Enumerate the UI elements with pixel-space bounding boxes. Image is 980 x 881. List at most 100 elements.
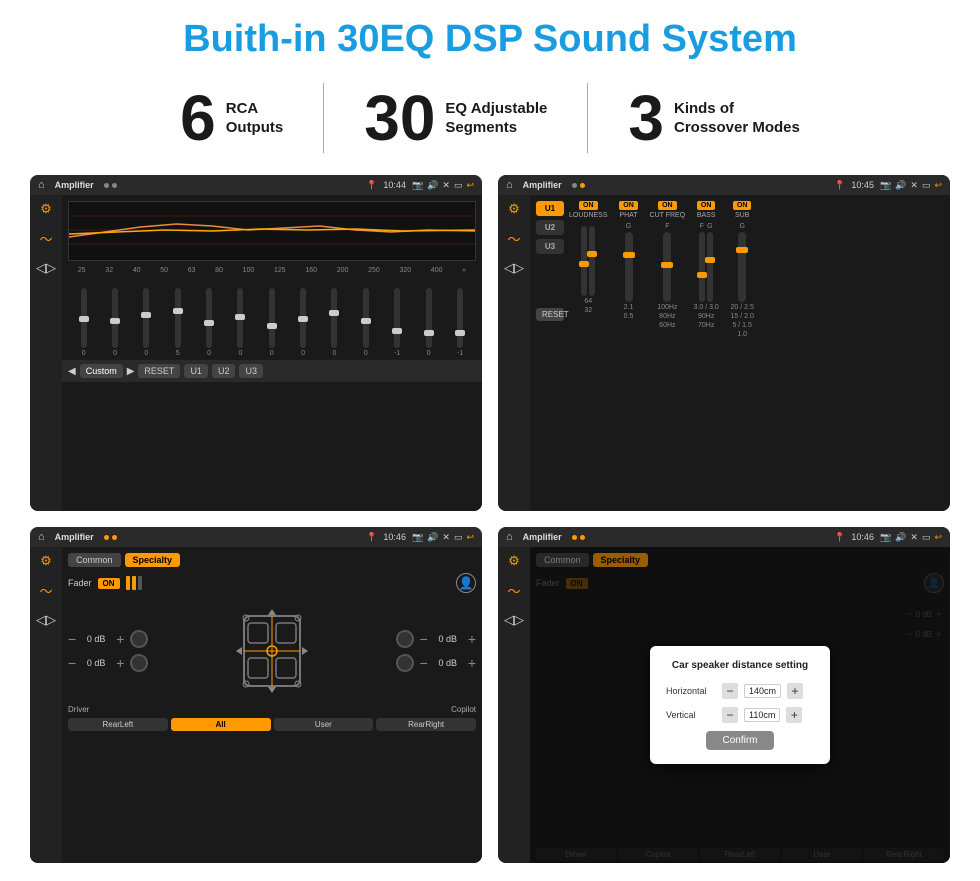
slider-3: 5	[175, 288, 181, 357]
bass-toggle[interactable]: ON	[697, 201, 716, 210]
status-bar-3: ⌂ Amplifier 📍 10:46 📷 🔊 ✕ ▭ ↩	[30, 527, 482, 547]
fader-bottom-labels: Driver Copilot	[68, 705, 476, 714]
battery-icon-3: ▭	[454, 532, 463, 543]
status-icons-1: 📷 🔊 ✕ ▭ ↩	[412, 180, 474, 191]
time-4: 10:46	[851, 532, 874, 542]
stat-number-30: 30	[364, 86, 435, 150]
u1-btn-1[interactable]: U1	[184, 364, 208, 378]
driver-label: Driver	[68, 705, 89, 714]
slider-5: 0	[237, 288, 243, 357]
vertical-plus[interactable]: +	[786, 707, 802, 723]
speaker-icon-2[interactable]: ◁▷	[504, 260, 524, 276]
home-icon-1[interactable]: ⌂	[38, 179, 45, 191]
plus-1[interactable]: +	[116, 631, 124, 647]
wave-icon-1[interactable]: 〜	[39, 229, 52, 248]
location-icon-4: 📍	[834, 532, 845, 543]
bass-label: BASS	[697, 212, 716, 219]
prev-btn[interactable]: ◀	[68, 366, 76, 377]
user-btn[interactable]: User	[274, 718, 374, 731]
bass-sliders	[699, 232, 713, 302]
status-dots-3	[104, 535, 117, 540]
loudness-label: LOUDNESS	[569, 212, 608, 219]
preset-custom[interactable]: Custom	[80, 364, 123, 378]
speaker-icon-4[interactable]: ◁▷	[504, 612, 524, 628]
reset-btn-1[interactable]: RESET	[138, 364, 180, 378]
eq-icon-2[interactable]: ⚙	[508, 201, 520, 217]
dial-1[interactable]	[130, 630, 148, 648]
screen-distance: ⌂ Amplifier 📍 10:46 📷 🔊 ✕ ▭ ↩	[498, 527, 950, 863]
next-btn[interactable]: ▶	[127, 366, 135, 377]
home-icon-2[interactable]: ⌂	[506, 179, 513, 191]
time-1: 10:44	[383, 180, 406, 190]
confirm-button[interactable]: Confirm	[706, 731, 773, 750]
u2-btn-1[interactable]: U2	[212, 364, 236, 378]
preset-u3[interactable]: U3	[536, 239, 564, 254]
horizontal-value: 140cm	[744, 684, 781, 698]
eq-icon-1[interactable]: ⚙	[40, 201, 52, 217]
amp-channels-row: ON LOUDNESS 64	[569, 201, 944, 338]
wave-icon-4[interactable]: 〜	[507, 581, 520, 600]
db-row-4: − 0 dB +	[396, 654, 476, 672]
speaker-icon-1[interactable]: ◁▷	[36, 260, 56, 276]
wave-icon-3[interactable]: 〜	[39, 581, 52, 600]
screen3-title: Amplifier	[55, 532, 94, 542]
u3-btn-1[interactable]: U3	[239, 364, 263, 378]
fader-bottom-btns: RearLeft All User RearRight	[68, 718, 476, 731]
reset-btn-2[interactable]: RESET	[536, 308, 564, 321]
home-icon-4[interactable]: ⌂	[506, 531, 513, 543]
plus-4[interactable]: +	[468, 655, 476, 671]
dial-3[interactable]	[396, 630, 414, 648]
dial-4[interactable]	[396, 654, 414, 672]
preset-u2[interactable]: U2	[536, 220, 564, 235]
fader-toggle[interactable]: ON	[98, 578, 120, 589]
phat-toggle[interactable]: ON	[619, 201, 638, 210]
time-3: 10:46	[383, 532, 406, 542]
horizontal-plus[interactable]: +	[787, 683, 803, 699]
tab-specialty[interactable]: Specialty	[125, 553, 181, 567]
status-dots-4	[572, 535, 585, 540]
minus-3[interactable]: −	[420, 631, 428, 647]
status-dots-2	[572, 183, 585, 188]
location-icon-2: 📍	[834, 180, 845, 191]
right-db-col: − 0 dB + − 0 dB +	[396, 630, 476, 672]
loudness-toggle[interactable]: ON	[579, 201, 598, 210]
back-icon-2[interactable]: ↩	[934, 180, 942, 191]
home-icon-3[interactable]: ⌂	[38, 531, 45, 543]
stat-eq: 30 EQ Adjustable Segments	[324, 86, 587, 150]
screen2-title: Amplifier	[523, 180, 562, 190]
eq-sliders: 0 0 0 5	[62, 277, 482, 357]
horizontal-minus[interactable]: −	[722, 683, 738, 699]
cutfreq-toggle[interactable]: ON	[658, 201, 677, 210]
minus-4[interactable]: −	[420, 655, 428, 671]
dial-2[interactable]	[130, 654, 148, 672]
vertical-minus[interactable]: −	[722, 707, 738, 723]
all-btn[interactable]: All	[171, 718, 271, 731]
wave-icon-2[interactable]: 〜	[507, 229, 520, 248]
minus-2[interactable]: −	[68, 655, 76, 671]
minus-1[interactable]: −	[68, 631, 76, 647]
plus-2[interactable]: +	[116, 655, 124, 671]
screen3-body: ⚙ 〜 ◁▷ Common Specialty Fader ON	[30, 547, 482, 863]
plus-3[interactable]: +	[468, 631, 476, 647]
sub-toggle[interactable]: ON	[733, 201, 752, 210]
tab-common[interactable]: Common	[68, 553, 121, 567]
cutfreq-label: CUT FREQ	[650, 212, 686, 219]
sub-label: SUB	[735, 212, 749, 219]
wifi-icon-2: ✕	[910, 180, 918, 191]
back-icon-1[interactable]: ↩	[466, 180, 474, 191]
screen4-body: ⚙ 〜 ◁▷ Common Specialty Fader ON 👤	[498, 547, 950, 863]
location-icon-3: 📍	[366, 532, 377, 543]
eq-icon-4[interactable]: ⚙	[508, 553, 520, 569]
back-icon-4[interactable]: ↩	[934, 532, 942, 543]
rearright-btn[interactable]: RearRight	[376, 718, 476, 731]
page-wrapper: Buith-in 30EQ DSP Sound System 6 RCA Out…	[0, 0, 980, 881]
channel-phat: ON PHAT G 2.1 0.5	[614, 201, 644, 320]
back-icon-3[interactable]: ↩	[466, 532, 474, 543]
screen1-title: Amplifier	[55, 180, 94, 190]
fader-tabs: Common Specialty	[68, 553, 476, 567]
rearleft-btn[interactable]: RearLeft	[68, 718, 168, 731]
preset-u1[interactable]: U1	[536, 201, 564, 216]
slider-10: -1	[394, 288, 400, 357]
speaker-icon-3[interactable]: ◁▷	[36, 612, 56, 628]
eq-icon-3[interactable]: ⚙	[40, 553, 52, 569]
